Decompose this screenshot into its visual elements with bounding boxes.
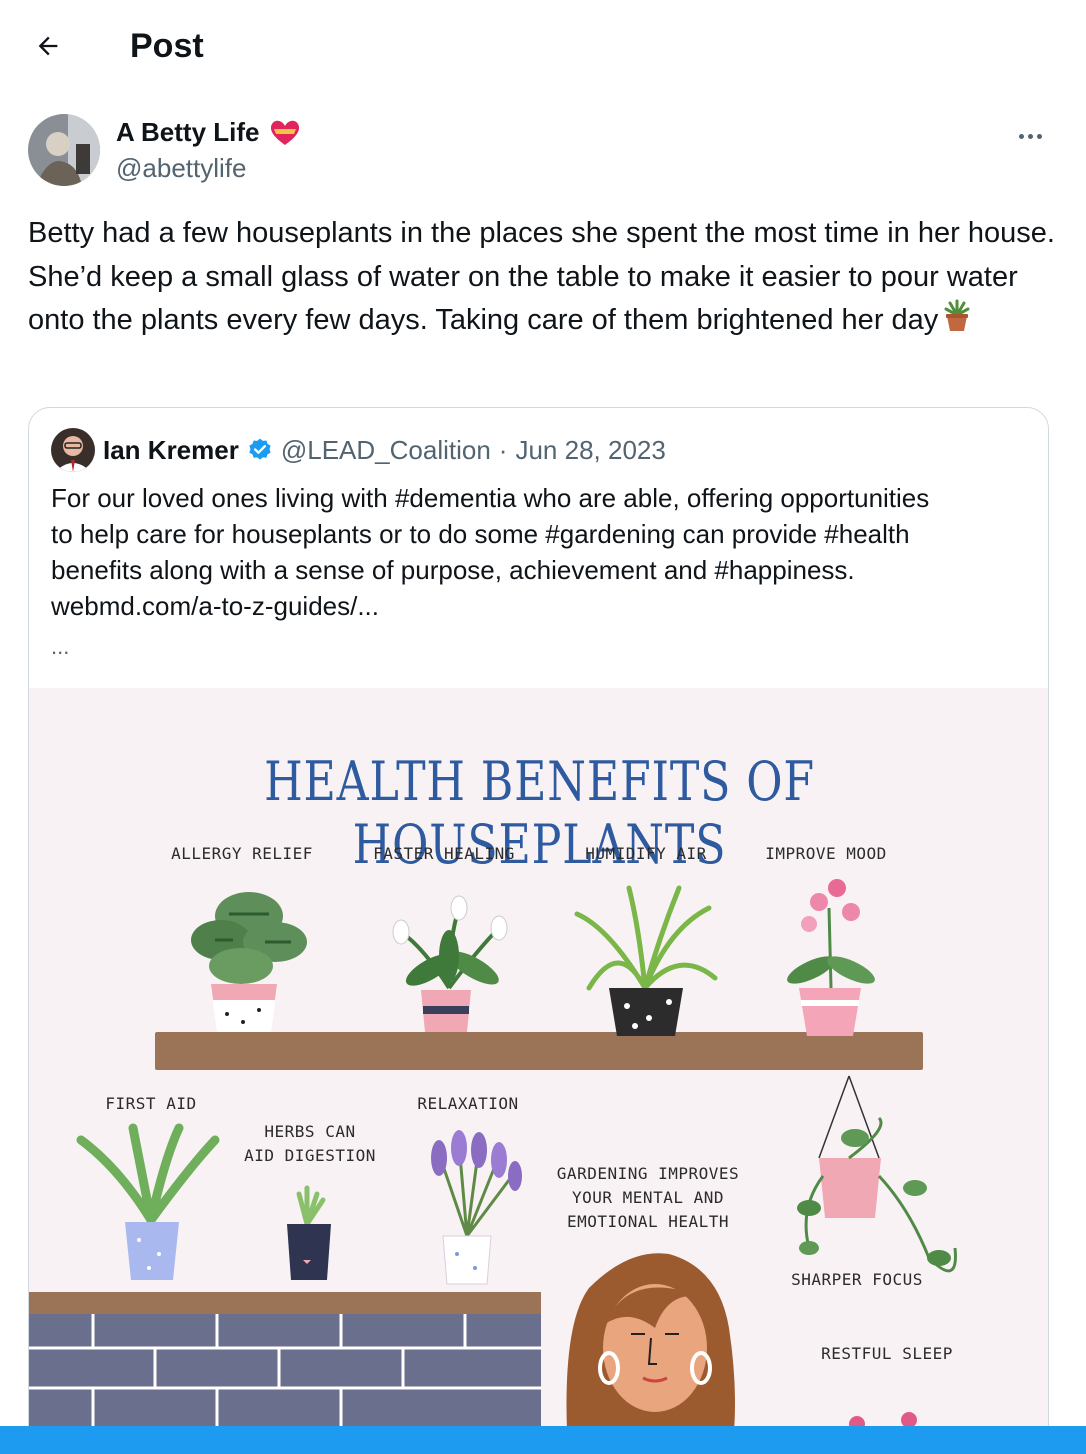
plant-illustrations — [29, 879, 957, 1454]
quoted-handle: @LEAD_Coalition — [280, 434, 491, 465]
author-handle[interactable]: @abettylife — [116, 152, 246, 184]
page-title: Post — [130, 27, 204, 65]
label-relax: RELAXATION — [417, 1094, 519, 1113]
heart-badge-icon — [270, 120, 299, 145]
top-bar: Post — [0, 0, 1086, 92]
post-author: A Betty Life @abettylife — [28, 114, 1058, 190]
label-garden-3: EMOTIONAL HEALTH — [566, 1212, 730, 1231]
quoted-text-line: to help care for houseplants or to do so… — [51, 519, 910, 549]
potted-plant-icon — [942, 299, 972, 347]
post-body: Betty had a few houseplants in the place… — [28, 217, 1055, 336]
bottom-bar — [0, 1426, 1086, 1454]
back-button[interactable] — [26, 24, 70, 68]
quoted-text-line: benefits along with a sense of purpose, … — [51, 555, 855, 585]
separator: · — [498, 434, 508, 465]
arrow-left-icon — [38, 36, 58, 56]
quoted-ellipsis: ... — [51, 634, 70, 659]
quoted-post-header: Ian Kremer @LEAD_Coalition · Jun 28, 202… — [51, 428, 666, 472]
label-herbs-2: AID DIGESTION — [244, 1146, 376, 1165]
quoted-author-name: Ian Kremer — [103, 434, 239, 465]
dot — [1027, 133, 1033, 139]
label-garden-2: YOUR MENTAL AND — [572, 1188, 724, 1207]
label-sleep: RESTFUL SLEEP — [821, 1344, 953, 1363]
quoted-avatar — [51, 428, 95, 472]
dot — [1036, 133, 1042, 139]
quoted-link[interactable]: webmd.com/a-to-z-guides/... — [51, 588, 1026, 624]
label-firstaid: FIRST AID — [105, 1094, 197, 1113]
avatar[interactable] — [28, 114, 100, 186]
more-horizontal-icon — [1018, 133, 1024, 139]
quoted-text: For our loved ones living with #dementia… — [51, 480, 1026, 624]
quoted-text-line: For our loved ones living with #dementia… — [51, 483, 930, 513]
author-name[interactable]: A Betty Life — [116, 116, 260, 148]
quoted-date: Jun 28, 2023 — [515, 434, 666, 465]
label-garden-1: GARDENING IMPROVES — [556, 1164, 740, 1183]
infographic-image[interactable]: HEALTH BENEFITS OF HOUSEPLANTS ALLERGY R… — [29, 688, 1048, 1454]
quoted-post[interactable]: Ian Kremer @LEAD_Coalition · Jun 28, 202… — [28, 407, 1049, 1454]
label-focus: SHARPER FOCUS — [791, 1270, 923, 1289]
more-button[interactable] — [1010, 118, 1050, 154]
post-text: Betty had a few houseplants in the place… — [28, 212, 1058, 347]
label-herbs-1: HERBS CAN — [264, 1122, 356, 1141]
verified-badge-icon — [249, 438, 271, 460]
